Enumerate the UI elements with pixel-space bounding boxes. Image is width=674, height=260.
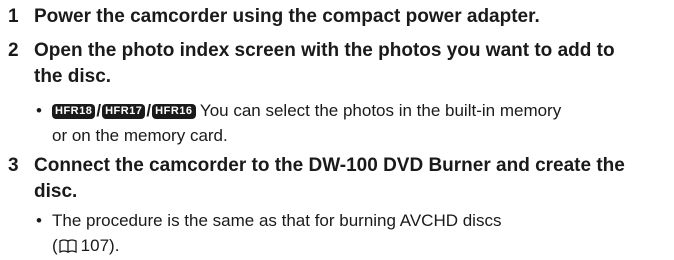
step-number: 3 [8, 155, 19, 176]
step-line: the disc. [34, 66, 112, 87]
step-text: Power the camcorder using the compact po… [34, 4, 664, 30]
step-line: Open the photo index screen with the pho… [34, 40, 615, 61]
badge-separator: / [146, 101, 152, 120]
step-line: Power the camcorder using the compact po… [34, 6, 540, 27]
step-line: Connect the camcorder to the DW-100 DVD … [34, 155, 625, 176]
badge-separator: / [96, 101, 102, 120]
bullet-dot: • [36, 211, 42, 230]
note-line: or on the memory card. [52, 126, 228, 145]
bullet-dot: • [36, 101, 42, 120]
page-reference: 107). [80, 236, 120, 255]
note-text: HFR18/HFR17/HFR16 You can select the pho… [52, 98, 657, 148]
model-badge-hfr16: HFR16 [152, 104, 196, 119]
note-line: ( 107). [52, 233, 657, 260]
model-badge-hfr18: HFR18 [52, 104, 96, 119]
step-line: disc. [34, 181, 78, 202]
book-reference-icon [58, 235, 78, 260]
model-badge-hfr17: HFR17 [102, 104, 146, 119]
note-line: The procedure is the same as that for bu… [52, 211, 502, 230]
note-text: The procedure is the same as that for bu… [52, 208, 657, 260]
note-line-text: You can select the photos in the built-i… [199, 101, 562, 120]
step-number: 2 [8, 40, 19, 61]
step-number: 1 [8, 6, 19, 27]
step-text: Connect the camcorder to the DW-100 DVD … [34, 153, 664, 205]
note-line: HFR18/HFR17/HFR16 You can select the pho… [52, 98, 657, 123]
step-text: Open the photo index screen with the pho… [34, 38, 664, 90]
instruction-page: 1 Power the camcorder using the compact … [0, 0, 674, 257]
